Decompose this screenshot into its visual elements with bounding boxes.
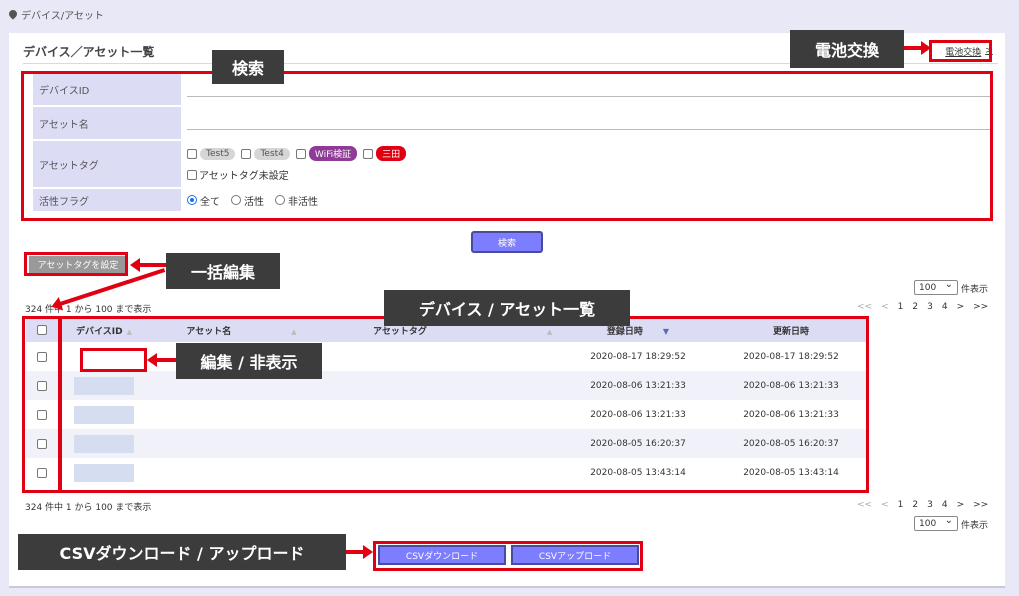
pager-last[interactable]: >> — [973, 302, 988, 312]
pager-page-1[interactable]: 1 — [898, 500, 904, 510]
pager-first[interactable]: << — [857, 500, 872, 510]
highlight-checkbox-column — [22, 316, 62, 493]
pager-page-3[interactable]: 3 — [927, 302, 933, 312]
callout-edit-hide: 編集 / 非表示 — [176, 343, 322, 379]
arrow-right-icon — [346, 545, 373, 559]
record-count-bottom: 324 件中 1 から 100 まで表示 — [25, 503, 152, 513]
search-button[interactable]: 検索 — [471, 231, 543, 253]
pager-next[interactable]: > — [957, 302, 965, 312]
per-page-suffix-bottom: 件表示 — [961, 521, 989, 531]
callout-bulk-edit: 一括編集 — [166, 253, 280, 289]
callout-list: デバイス / アセット一覧 — [384, 290, 630, 326]
pager-first[interactable]: << — [857, 302, 872, 312]
pager-page-3[interactable]: 3 — [927, 500, 933, 510]
location-pin-icon — [9, 10, 17, 20]
pager-prev[interactable]: < — [881, 500, 889, 510]
per-page-select-bottom[interactable]: 100 — [914, 515, 958, 531]
pager-page-4[interactable]: 4 — [942, 302, 948, 312]
pager-next[interactable]: > — [957, 500, 965, 510]
arrow-left-icon — [147, 353, 176, 367]
pager-prev[interactable]: < — [881, 302, 889, 312]
highlight-csv-buttons — [373, 541, 643, 571]
arrow-right-icon — [904, 41, 931, 55]
arrow-left-icon — [130, 258, 166, 272]
breadcrumb-text: デバイス/アセット — [21, 11, 104, 22]
pager-page-1[interactable]: 1 — [898, 302, 904, 312]
pager-bottom: << < 1 2 3 4 > >> — [857, 500, 988, 510]
callout-csv: CSVダウンロード / アップロード — [18, 534, 346, 570]
highlight-device-id — [80, 348, 147, 372]
highlight-set-tag-button — [24, 252, 128, 276]
page-title: デバイス／アセット一覧 — [23, 45, 155, 59]
pager-page-4[interactable]: 4 — [942, 500, 948, 510]
highlight-search — [21, 71, 993, 221]
breadcrumb: デバイス/アセット — [9, 7, 104, 22]
record-count-top: 324 件中 1 から 100 まで表示 — [25, 305, 152, 315]
pager-page-2[interactable]: 2 — [912, 500, 918, 510]
highlight-battery-link — [929, 40, 992, 62]
pager-last[interactable]: >> — [973, 500, 988, 510]
pager-page-2[interactable]: 2 — [912, 302, 918, 312]
callout-search: 検索 — [212, 50, 284, 84]
per-page-select-top[interactable]: 100 — [914, 279, 958, 295]
per-page-suffix-top: 件表示 — [961, 285, 989, 295]
callout-battery: 電池交換 — [790, 30, 904, 68]
pager-top: << < 1 2 3 4 > >> — [857, 302, 988, 312]
